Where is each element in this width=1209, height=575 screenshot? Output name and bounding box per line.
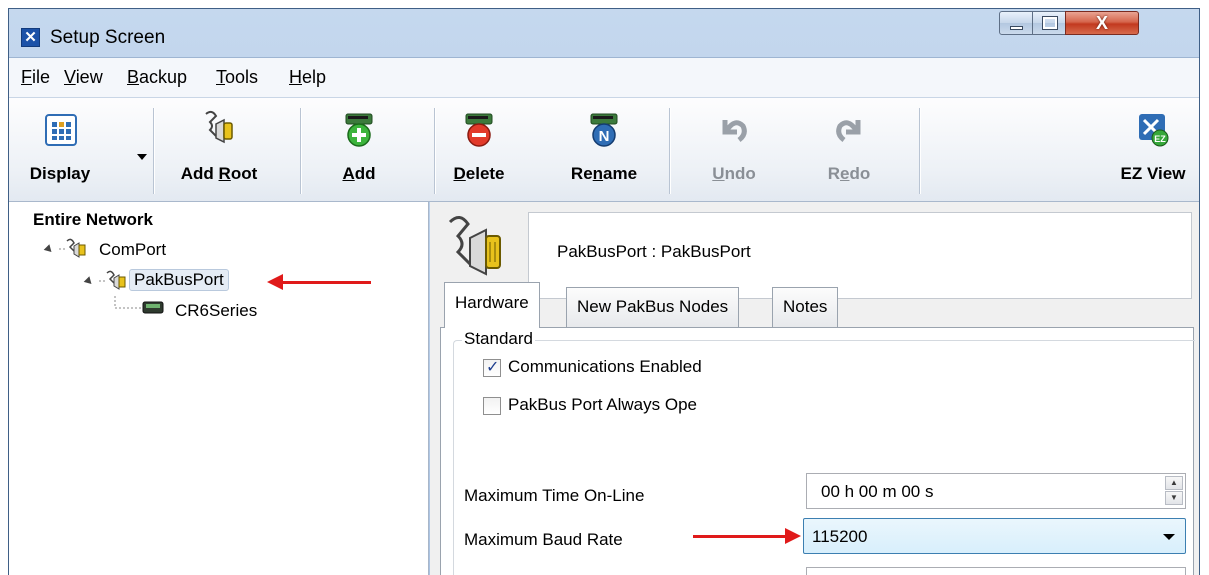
undo-button[interactable]: Undo	[689, 98, 779, 202]
svg-text:N: N	[599, 128, 610, 145]
setup-window: ✕ Setup Screen X File View Backup Tools …	[8, 8, 1200, 575]
minimize-button[interactable]	[999, 11, 1033, 35]
tree-node-label: CR6Series	[175, 301, 258, 320]
add-label: Add	[342, 164, 376, 183]
maximize-button[interactable]	[1032, 11, 1066, 35]
window-title: Setup Screen	[50, 27, 166, 48]
checkmark-icon: ✓	[486, 357, 500, 376]
device-header-title: PakBusPort : PakBusPort	[557, 242, 751, 261]
tree-node-label-selected: PakBusPort	[129, 269, 229, 291]
menu-tools[interactable]: Tools	[216, 67, 258, 88]
undo-icon	[722, 120, 747, 142]
add-root-label: Add Root	[180, 164, 258, 183]
toolbar-separator	[434, 108, 435, 194]
spin-down-icon[interactable]: ▼	[1165, 491, 1183, 505]
annotation-arrow	[267, 274, 371, 290]
svg-text:EZ: EZ	[1154, 134, 1166, 144]
always-open-label: PakBus Port Always Ope	[508, 395, 697, 414]
device-header-box: PakBusPort : PakBusPort	[528, 212, 1192, 299]
datalogger-icon	[114, 296, 164, 314]
chevron-down-icon[interactable]	[1163, 534, 1175, 540]
serial-port-icon	[205, 110, 233, 144]
communications-enabled-checkbox[interactable]: ✓	[483, 357, 501, 377]
add-device-icon	[345, 113, 373, 147]
expand-triangle-icon[interactable]	[43, 244, 55, 255]
max-baud-dropdown[interactable]: 115200	[803, 518, 1186, 554]
spin-up-icon[interactable]: ▲	[1165, 476, 1183, 490]
add-root-button[interactable]: Add Root	[159, 98, 279, 202]
menu-file[interactable]: File	[21, 67, 50, 88]
tab-notes[interactable]: Notes	[772, 287, 839, 327]
toolbar-separator	[300, 108, 301, 194]
delete-device-icon	[465, 113, 493, 147]
max-time-value: 00 h 00 m 00 s	[821, 482, 934, 501]
tree-node-label: ComPort	[99, 240, 167, 259]
max-baud-value: 115200	[812, 527, 868, 546]
rename-label: Rename	[570, 164, 638, 183]
redo-button[interactable]: Redo	[804, 98, 894, 202]
always-open-checkbox[interactable]	[483, 397, 501, 415]
dropdown-arrow-icon[interactable]	[135, 152, 149, 162]
time-spinner[interactable]: ▲ ▼	[1165, 476, 1183, 506]
serial-port-icon	[59, 238, 86, 258]
annotation-arrow	[693, 528, 801, 544]
menu-help[interactable]: Help	[289, 67, 326, 88]
serial-port-icon	[448, 216, 501, 276]
display-button[interactable]: Display	[15, 98, 147, 202]
close-button[interactable]: X	[1065, 11, 1139, 35]
tab-hardware[interactable]: Hardware	[444, 282, 540, 328]
arrow-head	[267, 274, 283, 290]
communications-enabled-label: Communications Enabled	[508, 357, 702, 376]
toolbar-separator	[669, 108, 670, 194]
max-time-label: Maximum Time On-Line	[464, 486, 645, 505]
delete-button[interactable]: Delete	[439, 98, 519, 202]
ez-view-label: EZ View	[1120, 164, 1186, 183]
detail-pane: PakBusPort : PakBusPort Hardware New Pak…	[430, 202, 1199, 575]
menu-view[interactable]: View	[64, 67, 103, 88]
ez-view-icon: EZ	[1139, 114, 1169, 147]
delete-label: Delete	[453, 164, 505, 183]
grid-view-icon	[45, 114, 77, 146]
redo-label: Redo	[827, 164, 871, 183]
max-time-field[interactable]: 00 h 00 m 00 s ▲ ▼	[806, 473, 1186, 509]
setup-icon: ✕	[21, 28, 40, 47]
toolbar-separator	[919, 108, 920, 194]
partially-visible-field[interactable]	[806, 567, 1186, 575]
group-title: Standard	[462, 329, 535, 349]
toolbar-separator	[153, 108, 154, 194]
maximize-icon	[1042, 16, 1058, 30]
tree-header: Entire Network	[33, 210, 153, 229]
rename-button[interactable]: N Rename	[554, 98, 654, 202]
close-icon: X	[1095, 13, 1108, 33]
expand-triangle-icon[interactable]	[83, 276, 95, 287]
redo-icon	[836, 120, 861, 142]
tab-panel-hardware: Standard ✓ Communications Enabled PakBus…	[440, 327, 1195, 575]
undo-label: Undo	[712, 164, 756, 183]
title-bar[interactable]: ✕ Setup Screen X	[9, 9, 1199, 57]
serial-port-icon	[99, 270, 126, 290]
max-baud-label: Maximum Baud Rate	[464, 530, 623, 549]
menu-backup[interactable]: Backup	[127, 67, 187, 88]
menu-bar: File View Backup Tools Help	[9, 57, 1199, 98]
rename-device-icon: N	[590, 113, 618, 147]
standard-group: Standard ✓ Communications Enabled PakBus…	[453, 329, 1195, 575]
minimize-icon	[1010, 26, 1023, 30]
tab-new-pakbus-nodes[interactable]: New PakBus Nodes	[566, 287, 740, 327]
network-tree[interactable]: Entire Network ComPort PakBusPort CR6Ser…	[9, 202, 429, 575]
add-button[interactable]: Add	[309, 98, 409, 202]
ez-view-button[interactable]: EZ EZ View	[1107, 98, 1199, 202]
toolbar: Display Add Root Add Delete N Rename Und…	[9, 98, 1199, 202]
arrow-head	[785, 528, 801, 544]
display-label: Display	[29, 164, 91, 183]
